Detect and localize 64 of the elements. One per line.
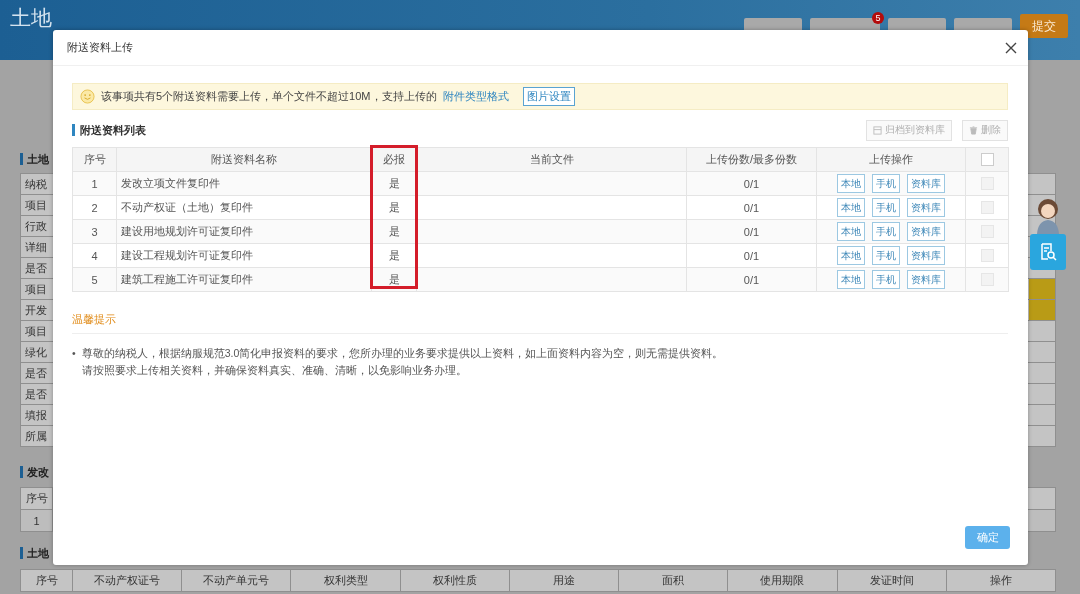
table-cell: 1 bbox=[72, 171, 117, 196]
field-label: 是否 bbox=[24, 260, 47, 276]
column-header: 附送资料名称 bbox=[116, 147, 372, 172]
column-header: 权利类型 bbox=[290, 569, 401, 592]
column-header: 不动产单元号 bbox=[181, 569, 291, 592]
field-label: 详细 bbox=[24, 239, 47, 255]
column-header: 当前文件 bbox=[416, 147, 687, 172]
field-label: 所属 bbox=[24, 428, 47, 444]
table-cell: 0/1 bbox=[686, 195, 817, 220]
table-cell: 0/1 bbox=[686, 219, 817, 244]
column-header: 序号 bbox=[20, 487, 53, 510]
column-header: 不动产权证号 bbox=[72, 569, 182, 592]
column-header: 用途 bbox=[509, 569, 619, 592]
column-header: 发证时间 bbox=[837, 569, 947, 592]
column-header: 权利性质 bbox=[400, 569, 510, 592]
section-heading: 附送资料列表 bbox=[72, 122, 146, 138]
column-header: 使用期限 bbox=[727, 569, 838, 592]
field-label: 绿化 bbox=[24, 344, 47, 360]
close-icon[interactable] bbox=[1004, 40, 1018, 55]
confirm-button[interactable]: 确定 bbox=[965, 526, 1010, 549]
field-label: 行政 bbox=[24, 218, 47, 234]
column-header: 面积 bbox=[618, 569, 728, 592]
select-all-checkbox[interactable] bbox=[980, 153, 994, 167]
table-cell: 4 bbox=[72, 243, 117, 268]
column-header: 序号 bbox=[20, 569, 73, 592]
column-header: 操作 bbox=[946, 569, 1056, 592]
table-cell: 1 bbox=[20, 509, 53, 532]
column-header: 上传份数/最多份数 bbox=[686, 147, 817, 172]
field-label: 纳税 bbox=[24, 176, 47, 192]
trash-icon bbox=[969, 125, 978, 135]
field-label: 项目 bbox=[24, 281, 47, 297]
bullet-mark: • bbox=[72, 346, 76, 361]
archive-button[interactable]: 归档到资料库 bbox=[866, 119, 952, 141]
field-label: 是否 bbox=[24, 365, 47, 381]
field-label: 项目 bbox=[24, 323, 47, 339]
smiley-icon bbox=[80, 89, 95, 104]
count-badge: 5 bbox=[872, 12, 884, 24]
file-types-link[interactable]: 附件类型格式 bbox=[442, 89, 509, 104]
table-cell: 建设用地规划许可证复印件 bbox=[116, 219, 372, 244]
table-cell: 2 bbox=[72, 195, 117, 220]
table-cell: 0/1 bbox=[686, 267, 817, 292]
document-search-icon bbox=[1038, 242, 1058, 262]
column-header: 序号 bbox=[72, 147, 117, 172]
field-label: 是否 bbox=[24, 386, 47, 402]
delete-button[interactable]: 删除 bbox=[962, 119, 1008, 141]
column-header: 上传操作 bbox=[816, 147, 966, 172]
table-cell: 发改立项文件复印件 bbox=[116, 171, 372, 196]
tip-text: 尊敬的纳税人，根据纳服规范3.0简化申报资料的要求，您所办理的业务要求提供以上资料，如上面资料内容为空，则无需提供资料。 bbox=[81, 346, 724, 361]
toolbar-button[interactable]: 提交 bbox=[1020, 14, 1068, 38]
notice-text: 该事项共有5个附送资料需要上传，单个文件不超过10M，支持上传的 bbox=[101, 89, 437, 104]
image-settings-button[interactable]: 图片设置 bbox=[522, 87, 575, 106]
dialog-title: 附送资料上传 bbox=[67, 40, 133, 55]
table-cell: 5 bbox=[72, 267, 117, 292]
field-label: 项目 bbox=[24, 197, 47, 213]
tip-text: 请按照要求上传相关资料，并确保资料真实、准确、清晰，以免影响业务办理。 bbox=[81, 363, 468, 378]
table-cell: 0/1 bbox=[686, 171, 817, 196]
tips-heading: 温馨提示 bbox=[72, 312, 1008, 334]
table-cell: 0/1 bbox=[686, 243, 817, 268]
table-cell: 3 bbox=[72, 219, 117, 244]
field-label: 开发 bbox=[24, 302, 47, 318]
table-cell: 建筑工程施工许可证复印件 bbox=[116, 267, 372, 292]
page-title: 土地 bbox=[10, 6, 52, 30]
field-label: 填报 bbox=[24, 407, 47, 423]
archive-icon bbox=[873, 125, 882, 135]
